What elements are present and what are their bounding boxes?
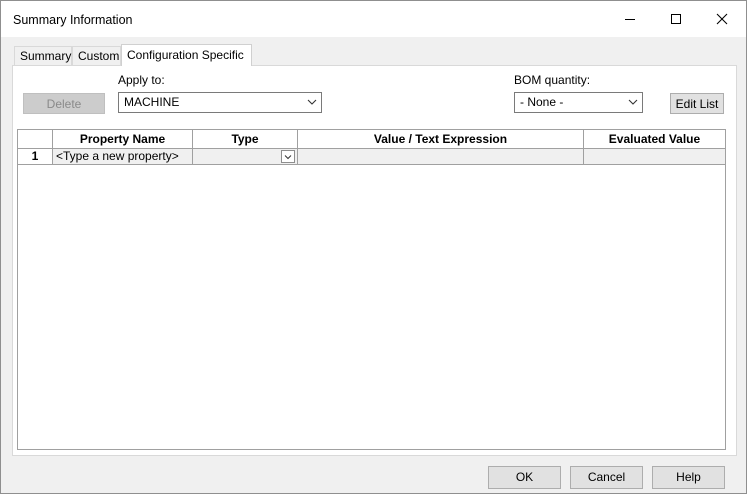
close-icon	[716, 13, 728, 25]
property-name-cell[interactable]: <Type a new property>	[53, 149, 193, 165]
ok-button[interactable]: OK	[488, 466, 561, 489]
apply-to-value: MACHINE	[124, 95, 180, 109]
maximize-button[interactable]	[653, 1, 699, 37]
minimize-icon	[625, 19, 635, 20]
value-cell[interactable]	[298, 149, 584, 165]
chevron-down-icon	[284, 154, 292, 159]
type-cell[interactable]	[193, 149, 298, 165]
evaluated-value-cell	[584, 149, 725, 165]
summary-information-dialog: Summary Information Summary Custom Confi…	[0, 0, 747, 494]
row-number: 1	[18, 149, 53, 165]
cancel-button[interactable]: Cancel	[570, 466, 643, 489]
column-header-evaluated-value[interactable]: Evaluated Value	[584, 130, 725, 149]
apply-to-combo[interactable]: MACHINE	[118, 92, 322, 113]
bom-quantity-value: - None -	[520, 95, 564, 109]
type-dropdown-button[interactable]	[281, 150, 295, 163]
column-header-row-number	[18, 130, 53, 149]
column-header-value[interactable]: Value / Text Expression	[298, 130, 584, 149]
tab-configuration-specific[interactable]: Configuration Specific	[121, 44, 252, 66]
maximize-icon	[671, 14, 681, 24]
delete-button[interactable]: Delete	[23, 93, 105, 114]
tab-summary[interactable]: Summary	[14, 46, 72, 66]
column-header-type[interactable]: Type	[193, 130, 298, 149]
edit-list-button[interactable]: Edit List	[670, 93, 724, 114]
minimize-button[interactable]	[607, 1, 653, 37]
close-button[interactable]	[699, 1, 745, 37]
column-header-property-name[interactable]: Property Name	[53, 130, 193, 149]
help-button[interactable]: Help	[652, 466, 725, 489]
tab-custom[interactable]: Custom	[72, 46, 121, 66]
title-bar: Summary Information	[1, 1, 746, 37]
properties-grid: Property Name Type Value / Text Expressi…	[17, 129, 726, 450]
window-title: Summary Information	[13, 13, 133, 27]
bom-quantity-combo[interactable]: - None -	[514, 92, 643, 113]
chevron-down-icon	[307, 99, 317, 105]
chevron-down-icon	[628, 99, 638, 105]
bom-quantity-label: BOM quantity:	[514, 73, 591, 87]
apply-to-label: Apply to:	[118, 73, 165, 87]
